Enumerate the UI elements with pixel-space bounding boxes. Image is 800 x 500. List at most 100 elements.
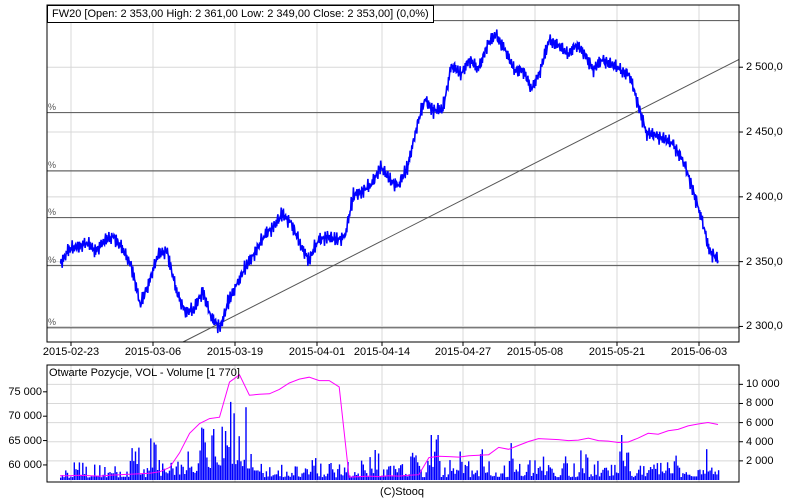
volume-bar [566, 463, 568, 480]
volume-bar [689, 474, 691, 480]
volume-bar [411, 452, 414, 480]
volume-bar [590, 474, 592, 480]
volume-bar [597, 460, 599, 480]
volume-bar [595, 474, 597, 480]
volume-bar [401, 464, 404, 480]
volume-bar [306, 469, 308, 480]
volume-bar [717, 470, 720, 480]
volume-bar [121, 476, 123, 480]
open-interest-axis-label: 75 000 [8, 385, 42, 398]
volume-bar [218, 464, 220, 480]
volume-bar [111, 473, 113, 480]
volume-axis-label: 10 000 [746, 378, 780, 391]
volume-bar [692, 476, 694, 480]
open-interest-axis-label: 65 000 [8, 434, 42, 447]
volume-bar [474, 472, 477, 480]
volume-bar [666, 462, 669, 480]
volume-bar [466, 466, 468, 480]
volume-bar [602, 469, 604, 480]
volume-bar [258, 471, 261, 480]
volume-bar [636, 473, 638, 480]
volume-bar [685, 472, 687, 480]
volume-bar [471, 470, 473, 480]
volume-bar [223, 458, 225, 480]
volume-bar [243, 459, 245, 480]
x-tick-label: 2015-04-27 [434, 346, 492, 358]
volume-bar [536, 473, 538, 480]
volume-bar [649, 467, 652, 480]
volume-bar [660, 462, 662, 480]
volume-bar [131, 448, 133, 480]
volume-bar [405, 473, 407, 480]
volume-bar [303, 472, 305, 480]
volume-bar [646, 472, 648, 480]
volume-bar [682, 473, 684, 480]
volume-bar [553, 472, 555, 480]
volume-bar [70, 476, 72, 480]
volume-bar [661, 471, 664, 480]
volume-bar [335, 477, 337, 480]
volume-bar [449, 460, 451, 480]
main-plot-frame [46, 4, 740, 343]
volume-bar [690, 476, 693, 480]
volume-bar [104, 467, 106, 480]
volume-bar [675, 455, 677, 480]
volume-bar [374, 450, 376, 480]
volume-bar [87, 477, 89, 480]
volume-bar [592, 476, 594, 480]
volume-bar [153, 442, 155, 480]
volume-bar [226, 445, 228, 480]
volume-bar [197, 463, 200, 480]
fibonacci-level-label: % [48, 316, 57, 327]
volume-bar [367, 476, 370, 480]
volume-bar [340, 474, 342, 480]
volume-bar [573, 463, 575, 480]
volume-bar [485, 472, 487, 480]
volume-bar [85, 466, 87, 480]
volume-bar [272, 475, 274, 480]
volume-bar [639, 465, 642, 480]
volume-bar [221, 426, 223, 480]
volume-bar [706, 449, 708, 480]
price-series-line [59, 29, 719, 334]
volume-bar [97, 476, 99, 480]
volume-bar [204, 442, 206, 480]
volume-bar [133, 461, 135, 480]
volume-panel-title: Otwarte Pozycje, VOL - Volume [1 770] [49, 367, 240, 379]
volume-bar [621, 435, 623, 480]
volume-bar [444, 467, 446, 480]
volume-bar [541, 470, 543, 480]
volume-bar [532, 472, 534, 480]
volume-bar [328, 464, 330, 480]
volume-bar [435, 439, 438, 480]
volume-bar [352, 475, 354, 480]
volume-bar [248, 468, 251, 480]
volume-bar [136, 464, 138, 480]
volume-bar [129, 461, 132, 480]
volume-bar [155, 444, 157, 480]
volume-bar [323, 474, 325, 480]
volume-bar [680, 477, 682, 480]
volume-bar [534, 460, 536, 480]
volume-bar [82, 462, 84, 480]
volume-bar [214, 456, 217, 480]
volume-bar [500, 473, 502, 480]
volume-bar [490, 475, 492, 480]
volume-bar [648, 470, 650, 480]
volume-bar [517, 471, 519, 480]
volume-bar [644, 476, 647, 480]
volume-bar [386, 469, 388, 480]
volume-bar [563, 463, 565, 480]
volume-bar [379, 477, 381, 480]
volume-bar [202, 428, 205, 480]
volume-bar [173, 474, 176, 480]
fibonacci-level-label: % [48, 101, 57, 112]
volume-bar [695, 476, 698, 480]
volume-axis-label: 4 000 [746, 435, 774, 448]
price-axis-label: 2 350,0 [746, 255, 783, 268]
volume-bar [134, 451, 137, 480]
volume-bar [73, 462, 75, 480]
volume-bar [427, 460, 429, 480]
volume-bar [190, 466, 193, 480]
volume-bar [316, 473, 319, 480]
